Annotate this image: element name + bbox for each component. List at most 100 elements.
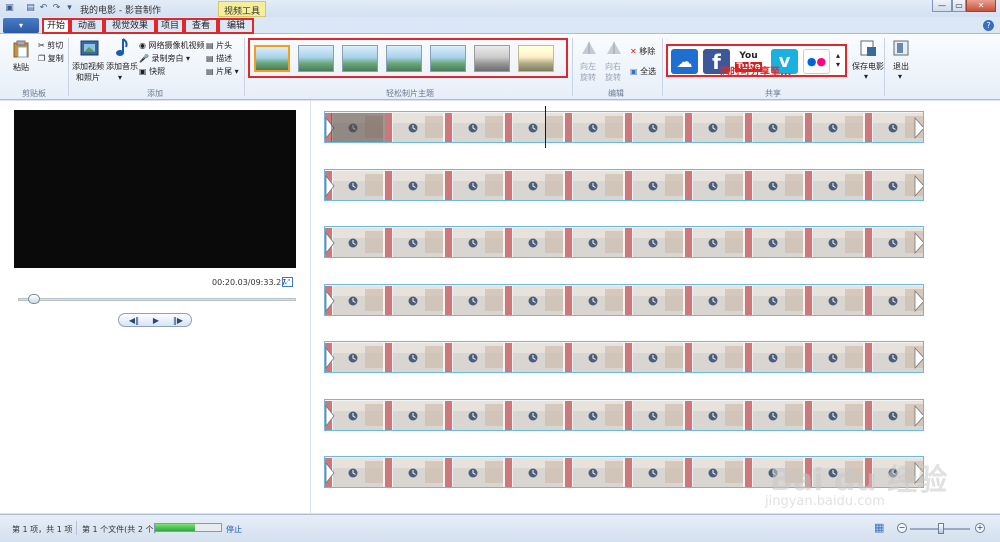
storyboard-view-icon[interactable]: ▦	[874, 521, 884, 534]
add-music-dropdown-icon[interactable]: ▾	[118, 73, 122, 82]
zoom-in-button[interactable]: +	[975, 523, 985, 533]
copy-button[interactable]: ❐ 复制	[38, 53, 64, 64]
save-movie-button[interactable]: 保存电影	[852, 61, 884, 72]
tab-project[interactable]: 项目	[156, 18, 184, 34]
help-icon[interactable]: ?	[983, 20, 994, 31]
import-progress-fill	[155, 524, 195, 531]
webcam-button[interactable]: ◉ 网络摄像机视频	[139, 40, 205, 51]
title-button[interactable]: ▤ 片头	[206, 40, 232, 51]
undo-icon[interactable]: ↶	[38, 3, 49, 14]
playback-controls: ◀‖ ▶ ‖▶	[118, 313, 192, 327]
add-video-icon[interactable]	[80, 39, 100, 57]
ribbon: 粘贴 ✂ 剪切 ❐ 复制 剪贴板 添加视频 和照片 添加音乐 ▾ ◉ 网络摄像机…	[0, 34, 1000, 100]
share-annotation: 同时可分享至...	[720, 67, 792, 78]
previous-frame-button[interactable]: ◀‖	[124, 315, 144, 326]
storyboard-clip-row[interactable]	[324, 399, 924, 431]
qat-dropdown-icon[interactable]: ▾	[64, 3, 75, 14]
rotate-left-icon	[580, 40, 598, 56]
tab-animations[interactable]: 动画	[70, 18, 104, 34]
cut-button[interactable]: ✂ 剪切	[38, 40, 63, 51]
title-bar: ▣ ▤ ↶ ↷ ▾ 我的电影 - 影音制作 视频工具 — ▭ ✕	[0, 0, 1000, 17]
tab-home[interactable]: 开始	[42, 18, 70, 34]
stop-link[interactable]: 停止	[226, 524, 242, 535]
credits-button[interactable]: ▤ 片尾 ▾	[206, 66, 239, 77]
tab-view[interactable]: 查看	[184, 18, 218, 34]
rotate-left-line2: 旋转	[580, 73, 596, 82]
status-bar: 第 1 项，共 1 项 第 1 个文件(共 2 个) 停止 ▦ − +	[0, 514, 1000, 542]
onedrive-icon[interactable]: ☁	[671, 49, 698, 74]
status-items: 第 1 项，共 1 项	[12, 525, 73, 534]
tab-visual-effects[interactable]: 视觉效果	[104, 18, 156, 34]
camera-icon: ▣	[139, 67, 147, 76]
close-button[interactable]: ✕	[966, 0, 996, 12]
theme-thumbnail[interactable]	[342, 45, 378, 72]
save-movie-icon[interactable]	[859, 39, 877, 57]
exit-dropdown-icon[interactable]: ▾	[898, 72, 902, 81]
share-group-label: 共享	[765, 89, 781, 98]
theme-thumbnail[interactable]	[298, 45, 334, 72]
caption-icon: ▤	[206, 54, 214, 63]
file-menu-button[interactable]: ▾	[3, 18, 39, 33]
maximize-button[interactable]: ▭	[952, 0, 966, 12]
storyboard-clip-row[interactable]	[324, 284, 924, 316]
paste-button[interactable]: 粘贴	[13, 62, 29, 73]
group-separator	[68, 38, 69, 96]
seek-bar[interactable]	[18, 298, 296, 301]
storyboard-clip-row[interactable]	[324, 169, 924, 201]
rotate-left-line1: 向左	[580, 62, 596, 71]
fullscreen-icon[interactable]: ⤢	[282, 277, 293, 287]
add-video-line2[interactable]: 和照片	[76, 72, 100, 83]
select-all-button[interactable]: ▣ 全选	[630, 66, 656, 77]
paste-icon[interactable]	[12, 40, 30, 58]
baidu-watermark-logo: Bai du 经验	[770, 463, 948, 498]
app-icon: ▣	[5, 3, 14, 13]
storyboard-clip-row[interactable]	[324, 111, 924, 143]
scissors-icon: ✂	[38, 41, 45, 50]
exit-button[interactable]: 退出	[893, 61, 909, 72]
theme-thumbnail[interactable]	[254, 45, 290, 72]
share-more-icon[interactable]: ▴ ▾	[836, 51, 840, 69]
save-movie-dropdown-icon[interactable]: ▾	[864, 72, 868, 81]
group-separator	[572, 38, 573, 96]
theme-thumbnail[interactable]	[474, 45, 510, 72]
storyboard-clip-row[interactable]	[324, 226, 924, 258]
playhead[interactable]	[545, 106, 546, 148]
seek-thumb[interactable]	[27, 294, 40, 304]
storyboard-clip-row[interactable]	[324, 341, 924, 373]
remove-button[interactable]: ✕ 移除	[630, 46, 655, 57]
tab-edit[interactable]: 编辑	[218, 18, 254, 34]
play-button[interactable]: ▶	[146, 315, 166, 326]
theme-thumbnail[interactable]	[518, 45, 554, 72]
add-video-line1[interactable]: 添加视频	[72, 61, 104, 72]
themes-gallery: ▴▾⊽	[248, 38, 813, 78]
caption-button[interactable]: ▤ 描述	[206, 53, 232, 64]
rotate-right-line2: 旋转	[605, 73, 621, 82]
file-menu-icon: ▾	[18, 21, 23, 30]
music-note-icon[interactable]	[114, 38, 128, 58]
editing-group-label: 编辑	[608, 89, 624, 98]
snapshot-button[interactable]: ▣ 快照	[139, 66, 165, 77]
theme-thumbnail[interactable]	[386, 45, 422, 72]
flickr-icon[interactable]: ●●	[803, 49, 830, 74]
zoom-out-button[interactable]: −	[897, 523, 907, 533]
video-preview[interactable]	[14, 110, 296, 268]
theme-thumbnail[interactable]	[430, 45, 466, 72]
rotate-right-icon	[605, 40, 623, 56]
exit-icon[interactable]	[892, 39, 910, 57]
context-tab-video-tools[interactable]: 视频工具	[218, 1, 267, 17]
redo-icon[interactable]: ↷	[51, 3, 62, 14]
window-title: 我的电影 - 影音制作	[80, 6, 161, 16]
add-music-button[interactable]: 添加音乐	[106, 61, 138, 72]
narration-button[interactable]: 🎤 录制旁白 ▾	[139, 53, 190, 64]
group-separator	[244, 38, 245, 96]
zoom-slider-thumb[interactable]	[938, 523, 944, 534]
microphone-icon: 🎤	[139, 54, 149, 63]
status-separator	[76, 521, 77, 535]
save-icon[interactable]: ▤	[25, 3, 36, 14]
select-all-icon: ▣	[630, 67, 638, 76]
remove-x-icon: ✕	[630, 47, 637, 56]
pane-divider[interactable]	[310, 101, 311, 513]
minimize-button[interactable]: —	[932, 0, 952, 12]
next-frame-button[interactable]: ‖▶	[168, 315, 188, 326]
webcam-icon: ◉	[139, 41, 146, 50]
